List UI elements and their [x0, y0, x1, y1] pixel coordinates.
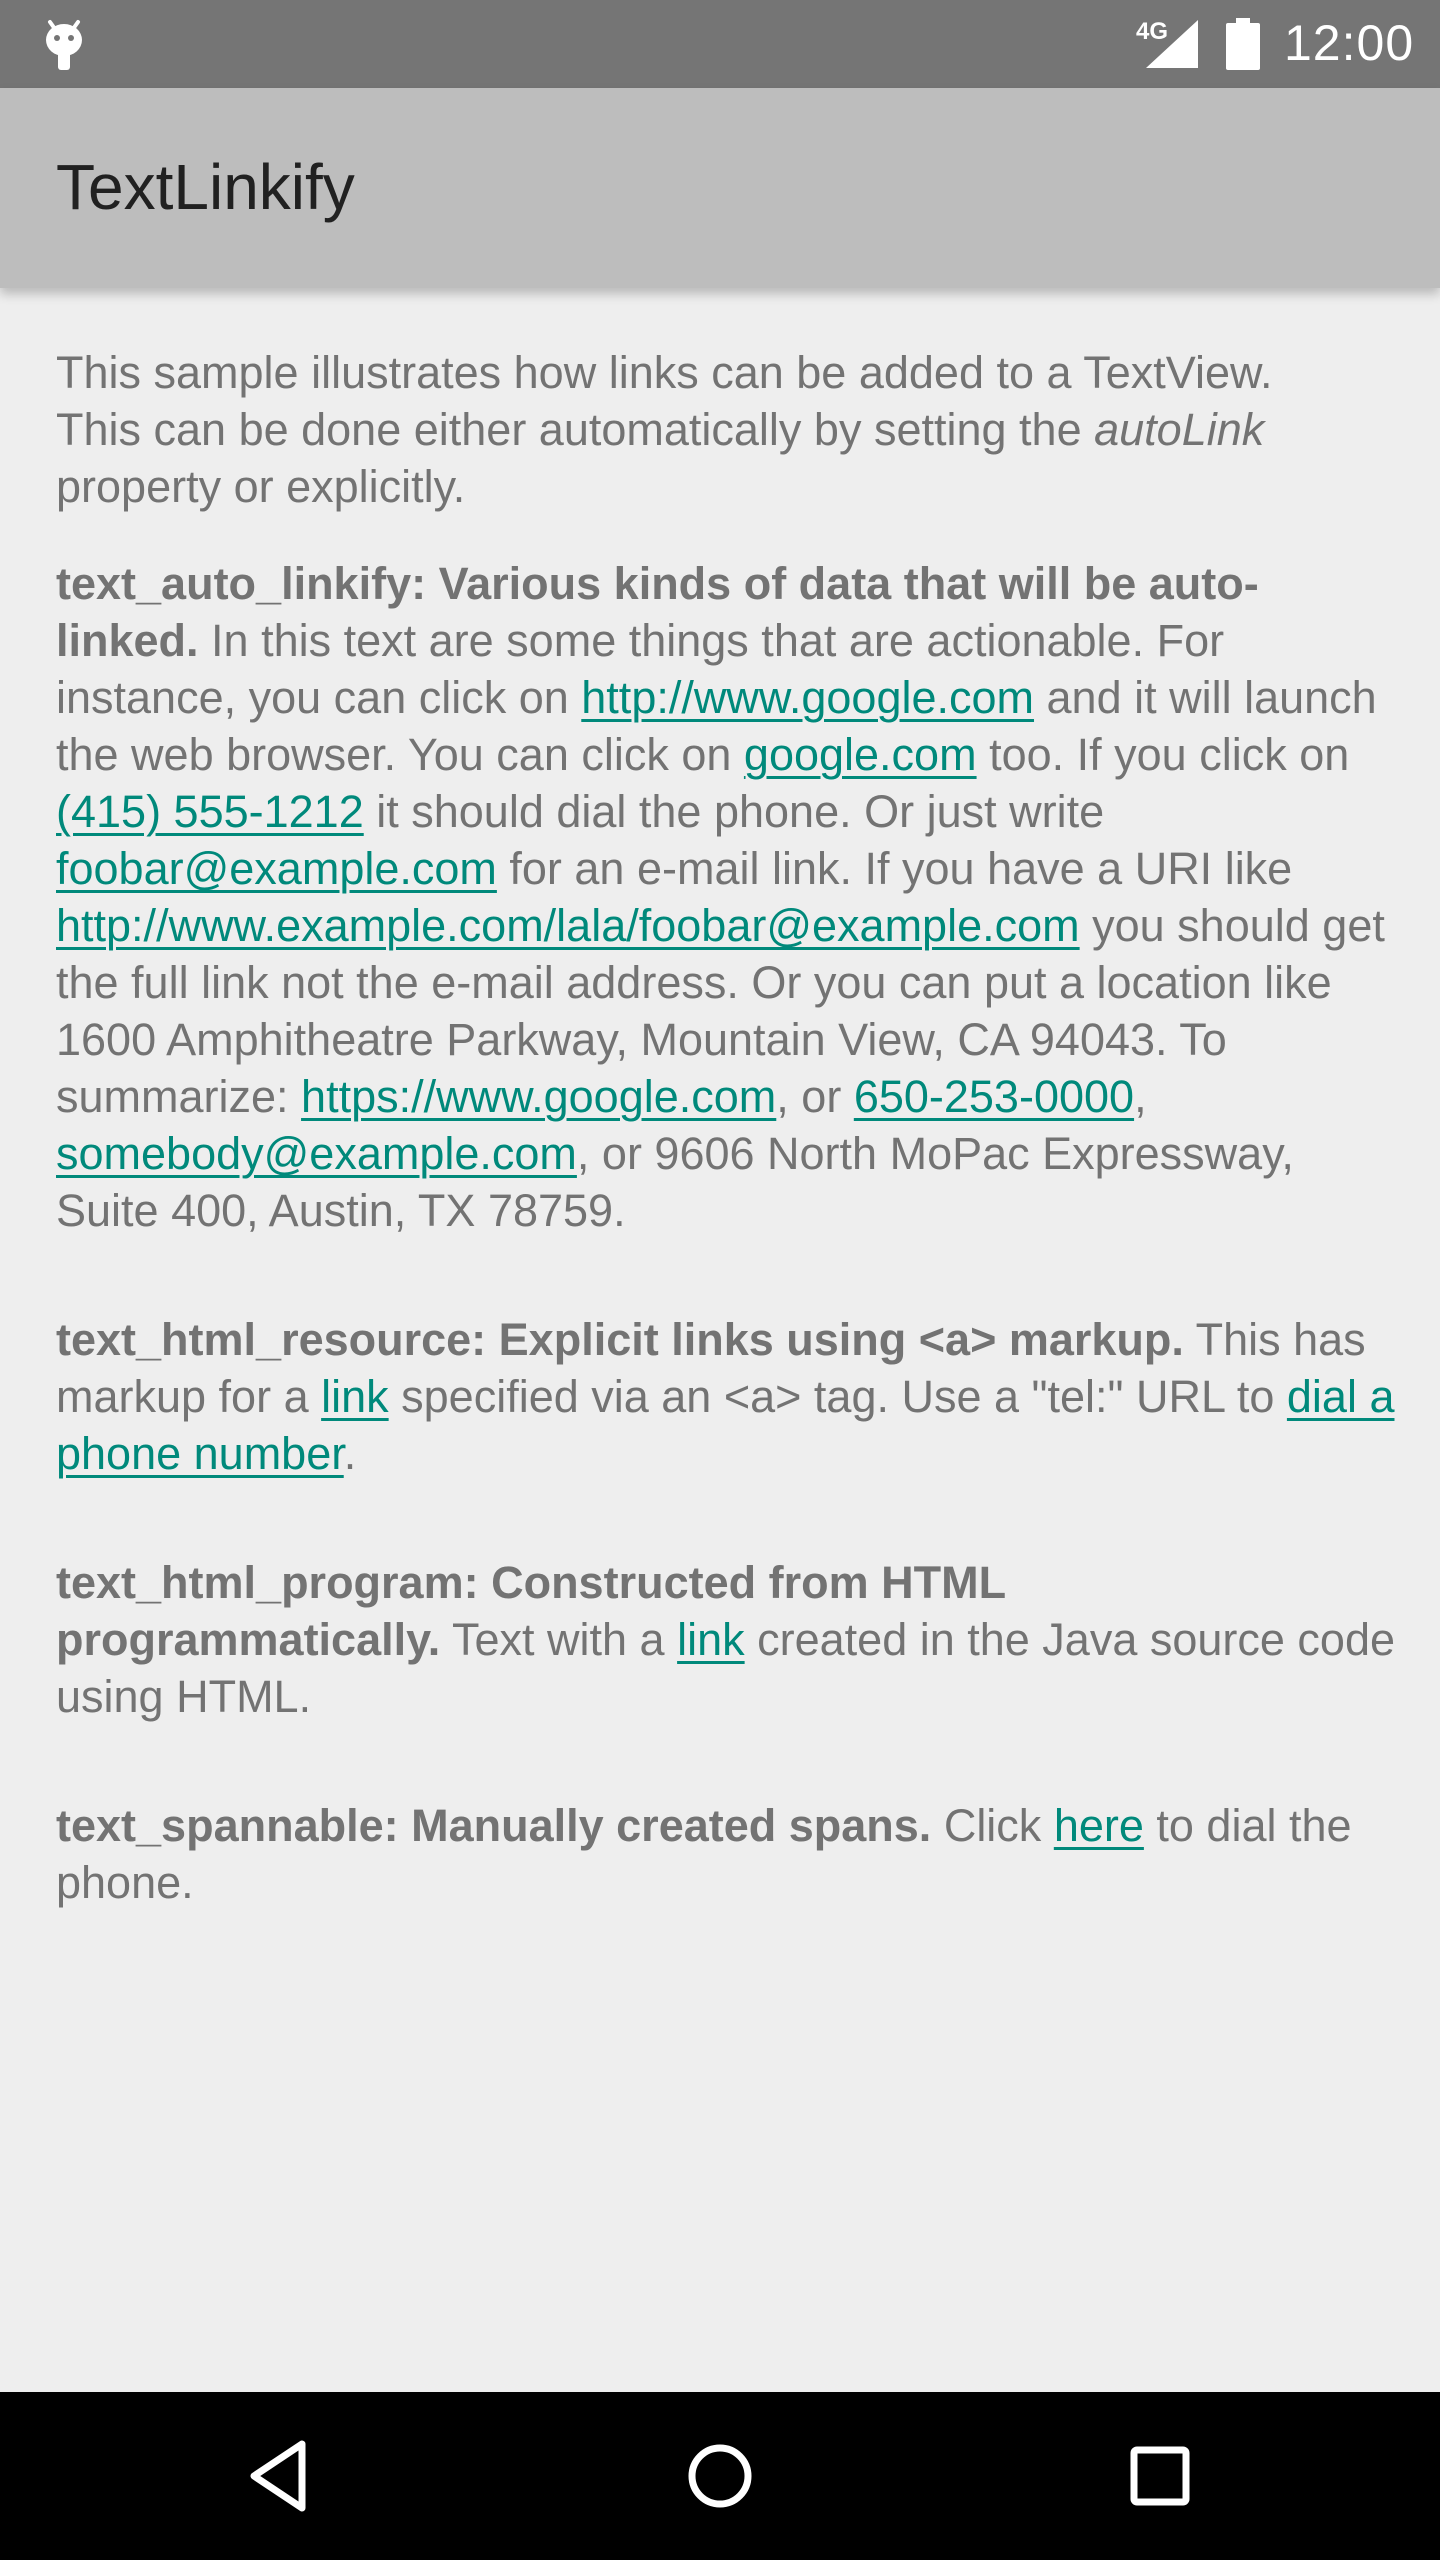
intro-line-1: This sample illustrates how links can be…	[56, 347, 1273, 398]
link-google-short[interactable]: google.com	[744, 729, 977, 780]
navigation-bar	[0, 2392, 1440, 2560]
text-segment: , or	[776, 1071, 854, 1122]
text-segment: for an e-mail link. If you have a URI li…	[496, 843, 1293, 894]
link-java-source[interactable]: link	[677, 1614, 745, 1665]
link-email-somebody[interactable]: somebody@example.com	[56, 1128, 577, 1179]
intro-line-2-before: This can be done either automatically by…	[56, 404, 1095, 455]
signal-icon	[1146, 20, 1198, 68]
html-resource-text: text_html_resource: Explicit links using…	[56, 1311, 1396, 1482]
html-resource-heading: text_html_resource: Explicit links using…	[56, 1314, 1184, 1365]
status-bar: 4G 12:00	[0, 0, 1440, 88]
app-bar: TextLinkify	[0, 88, 1440, 288]
back-icon[interactable]	[240, 2434, 324, 2518]
link-example-uri[interactable]: http://www.example.com/lala/foobar@examp…	[56, 900, 1080, 951]
link-email-foobar[interactable]: foobar@example.com	[56, 843, 497, 894]
link-phone-415[interactable]: (415) 555-1212	[56, 786, 364, 837]
home-icon[interactable]	[678, 2434, 762, 2518]
android-debug-icon	[46, 20, 82, 70]
text-segment: ,	[1134, 1071, 1147, 1122]
text-segment: Text with a	[440, 1614, 678, 1665]
text-segment: .	[343, 1428, 357, 1479]
text-segment: Click	[931, 1800, 1054, 1851]
html-program-text: text_html_program: Constructed from HTML…	[56, 1554, 1396, 1725]
text-segment: too. If you click on	[976, 729, 1350, 780]
intro-line-2-after: property or explicitly.	[56, 461, 466, 512]
link-phone-650[interactable]: 650-253-0000	[854, 1071, 1134, 1122]
recents-icon[interactable]	[1118, 2434, 1202, 2518]
content-scroll[interactable]: This sample illustrates how links can be…	[56, 344, 1396, 1983]
clock: 12:00	[1284, 15, 1415, 71]
link-here[interactable]: here	[1054, 1800, 1144, 1851]
link-google-https[interactable]: https://www.google.com	[301, 1071, 776, 1122]
app-title: TextLinkify	[56, 151, 355, 223]
spannable-text: text_spannable: Manually created spans. …	[56, 1797, 1396, 1911]
intro-text: This sample illustrates how links can be…	[56, 344, 1396, 515]
text-segment: specified via an <a> tag. Use a "tel:" U…	[388, 1371, 1287, 1422]
spannable-heading: text_spannable: Manually created spans.	[56, 1800, 932, 1851]
battery-icon	[1226, 18, 1260, 70]
link-markup[interactable]: link	[321, 1371, 389, 1422]
link-google-http[interactable]: http://www.google.com	[581, 672, 1034, 723]
auto-linkify-text: text_auto_linkify: Various kinds of data…	[56, 555, 1396, 1239]
text-segment: it should dial the phone. Or just write	[363, 786, 1105, 837]
intro-autolink-term: autoLink	[1094, 404, 1265, 455]
